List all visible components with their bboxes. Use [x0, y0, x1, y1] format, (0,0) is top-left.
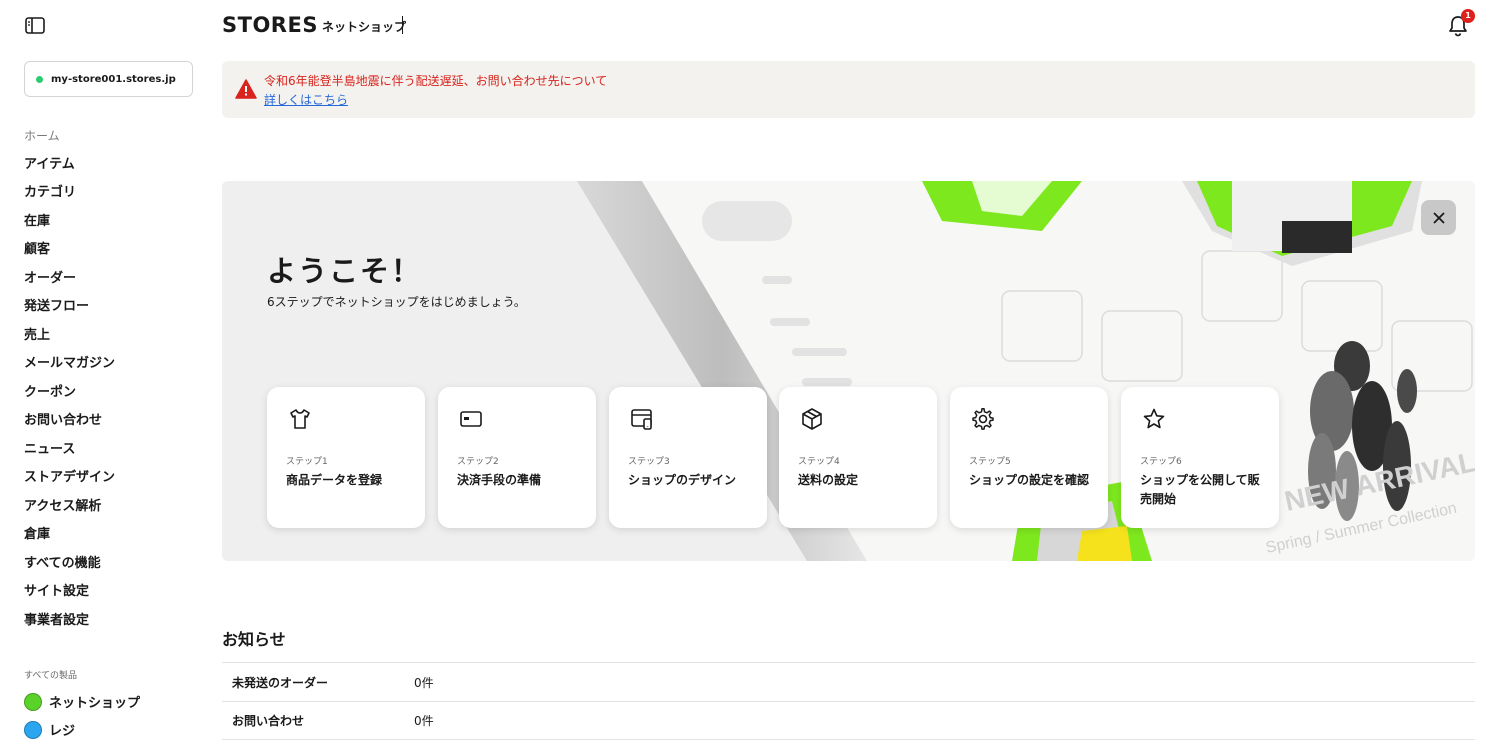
notice-row-unshipped-orders[interactable]: 未発送のオーダー 0件 [222, 662, 1475, 701]
sidebar-item-newsletter[interactable]: メールマガジン [24, 352, 204, 381]
stores-logo[interactable]: STORES [222, 13, 318, 37]
step-title: 決済手段の準備 [457, 473, 542, 487]
welcome-title: ようこそ！ [267, 254, 423, 288]
sidebar-item-home[interactable]: ホーム [24, 124, 204, 153]
alert-message: 令和6年能登半島地震に伴う配送遅延、お問い合わせ先について [264, 74, 608, 88]
step-number: ステップ1 [286, 457, 328, 467]
alert-details-link[interactable]: 詳しくはこちら [264, 91, 348, 108]
sidebar-item-store-design[interactable]: ストアデザイン [24, 466, 204, 495]
tshirt-icon [290, 409, 310, 429]
sidebar-item-inquiries[interactable]: お問い合わせ [24, 409, 204, 438]
step-title: 商品データを登録 [286, 473, 383, 487]
sidebar-nav: ホーム アイテム カテゴリ 在庫 顧客 オーダー 発送フロー 売上 メールマガジ… [24, 124, 204, 637]
products-label: すべての製品 [24, 671, 78, 681]
sidebar-item-items[interactable]: アイテム [24, 153, 204, 182]
product-label: レジ [49, 724, 76, 739]
step-number: ステップ4 [798, 457, 840, 467]
step-number: ステップ3 [628, 457, 670, 467]
sidebar-item-inventory[interactable]: 在庫 [24, 210, 204, 239]
sidebar-item-warehouse[interactable]: 倉庫 [24, 523, 204, 552]
sidebar-item-categories[interactable]: カテゴリ [24, 181, 204, 210]
store-selector[interactable]: my-store001.stores.jp [24, 61, 193, 97]
net-shop-product-icon [24, 692, 42, 711]
notice-value: 0件 [414, 714, 434, 728]
sidebar-item-analytics[interactable]: アクセス解析 [24, 495, 204, 524]
store-status-dot [36, 75, 43, 83]
browser-design-icon [631, 409, 652, 430]
header-product-name: ネットショップ [322, 20, 407, 34]
step-card-6[interactable]: ステップ6 ショップを公開して販売開始 [1121, 387, 1279, 528]
notices-title: お知らせ [222, 630, 286, 649]
notice-label: お問い合わせ [232, 714, 305, 728]
welcome-subtitle: 6ステップでネットショップをはじめましょう。 [267, 295, 526, 309]
step-number: ステップ6 [1140, 457, 1182, 467]
close-icon [1432, 211, 1445, 224]
step-title: 送料の設定 [798, 473, 859, 487]
product-net-shop[interactable]: ネットショップ [24, 692, 140, 711]
close-hero-button[interactable] [1421, 200, 1456, 235]
sidebar-item-all-features[interactable]: すべての機能 [24, 552, 204, 581]
notice-value: 0件 [414, 675, 434, 690]
step-card-3[interactable]: ステップ3 ショップのデザイン [609, 387, 767, 528]
sidebar-toggle-icon[interactable] [25, 17, 45, 34]
store-name: my-store001.stores.jp [51, 73, 176, 85]
step-title: ショップを公開して販売開始 [1140, 473, 1260, 506]
step-card-5[interactable]: ステップ5 ショップの設定を確認 [950, 387, 1108, 528]
sidebar-item-shipping-flow[interactable]: 発送フロー [24, 295, 204, 324]
notices-table: 未発送のオーダー 0件 お問い合わせ 0件 [222, 662, 1475, 740]
sidebar-item-customers[interactable]: 顧客 [24, 238, 204, 267]
box-icon [802, 408, 822, 430]
sidebar-item-orders[interactable]: オーダー [24, 267, 204, 296]
welcome-hero: NEW ARRIVAL Spring / Summer Collection よ… [222, 181, 1475, 561]
step-number: ステップ2 [457, 457, 499, 467]
step-title: ショップの設定を確認 [969, 473, 1090, 487]
warning-icon [235, 79, 257, 99]
sidebar-item-coupons[interactable]: クーポン [24, 381, 204, 410]
notice-label: 未発送のオーダー [232, 675, 329, 690]
sidebar-item-news[interactable]: ニュース [24, 438, 204, 467]
gear-icon [972, 408, 994, 430]
step-card-4[interactable]: ステップ4 送料の設定 [779, 387, 937, 528]
text-cursor [402, 16, 403, 34]
sidebar-item-sales[interactable]: 売上 [24, 324, 204, 353]
step-card-1[interactable]: ステップ1 商品データを登録 [267, 387, 425, 528]
product-label: ネットショップ [49, 696, 141, 711]
notification-badge: 1 [1461, 9, 1475, 23]
earthquake-alert-banner: 令和6年能登半島地震に伴う配送遅延、お問い合わせ先について 詳しくはこちら [222, 61, 1475, 118]
star-icon [1143, 408, 1165, 429]
notice-row-inquiries[interactable]: お問い合わせ 0件 [222, 701, 1475, 740]
register-product-icon [24, 720, 42, 739]
step-card-2[interactable]: ステップ2 決済手段の準備 [438, 387, 596, 528]
card-icon [460, 411, 482, 427]
product-register[interactable]: レジ [24, 720, 75, 739]
sidebar: my-store001.stores.jp ホーム アイテム カテゴリ 在庫 顧… [0, 0, 208, 744]
sidebar-item-site-settings[interactable]: サイト設定 [24, 580, 204, 609]
step-number: ステップ5 [969, 457, 1011, 467]
step-title: ショップのデザイン [628, 473, 737, 487]
sidebar-item-business-settings[interactable]: 事業者設定 [24, 609, 204, 638]
